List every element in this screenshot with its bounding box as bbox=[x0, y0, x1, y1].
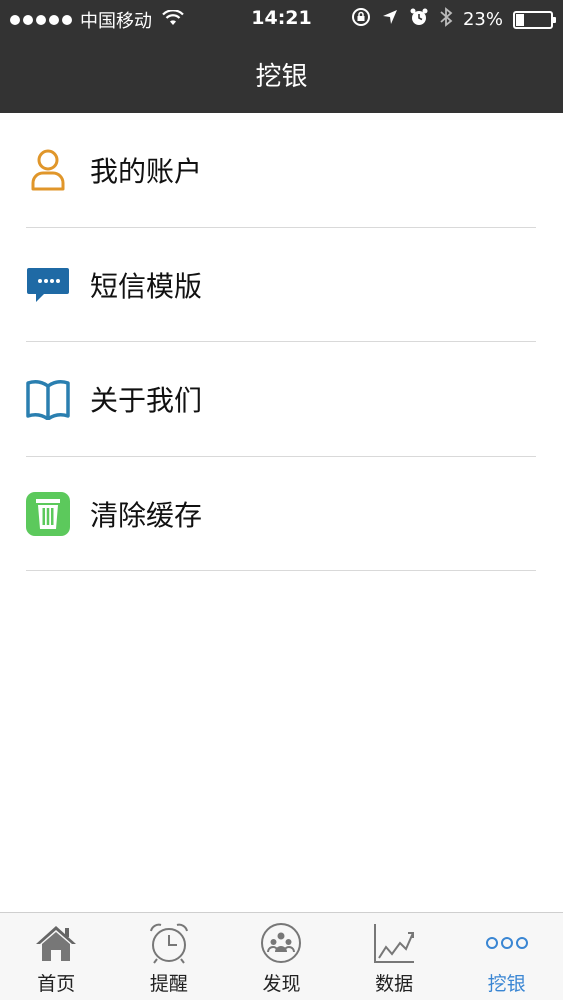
discover-people-icon bbox=[259, 921, 303, 965]
status-bar: 中国移动 14:21 23% bbox=[0, 0, 563, 40]
menu-item-label: 短信模版 bbox=[90, 269, 203, 303]
location-arrow-icon bbox=[381, 8, 399, 31]
menu-item-label: 关于我们 bbox=[90, 384, 203, 418]
message-icon bbox=[26, 263, 70, 307]
trash-icon bbox=[26, 491, 70, 536]
menu-item-sms-template[interactable]: 短信模版 bbox=[0, 228, 563, 342]
divider bbox=[26, 570, 536, 571]
bluetooth-icon bbox=[439, 7, 453, 32]
tab-reminder[interactable]: 提醒 bbox=[113, 913, 226, 1000]
user-icon bbox=[26, 148, 70, 192]
tab-label: 挖银 bbox=[487, 973, 526, 995]
home-icon bbox=[34, 921, 78, 965]
alarm-icon bbox=[409, 7, 429, 32]
tab-label: 数据 bbox=[375, 973, 414, 995]
tab-label: 提醒 bbox=[149, 973, 188, 995]
battery-icon bbox=[513, 10, 556, 29]
tab-label: 发现 bbox=[262, 973, 301, 995]
settings-menu: 我的账户 短信模版 关于我们 清除缓存 bbox=[0, 113, 563, 571]
orientation-lock-icon bbox=[351, 7, 371, 32]
tab-home[interactable]: 首页 bbox=[0, 913, 113, 1000]
tab-bar: 首页 提醒 发现 数据 挖银 bbox=[0, 912, 563, 1000]
alarm-clock-icon bbox=[147, 921, 191, 965]
tab-more[interactable]: 挖银 bbox=[450, 913, 563, 1000]
more-dots-icon bbox=[485, 921, 529, 965]
menu-item-label: 清除缓存 bbox=[90, 498, 203, 532]
page-title: 挖银 bbox=[255, 62, 308, 92]
battery-percent: 23% bbox=[462, 9, 503, 30]
status-right: 23% bbox=[351, 7, 556, 32]
tab-label: 首页 bbox=[37, 973, 76, 995]
book-icon bbox=[26, 377, 70, 421]
tab-discover[interactable]: 发现 bbox=[225, 913, 338, 1000]
menu-item-my-account[interactable]: 我的账户 bbox=[0, 113, 563, 228]
menu-item-about-us[interactable]: 关于我们 bbox=[0, 342, 563, 457]
top-bar: 中国移动 14:21 23% 挖银 bbox=[0, 0, 563, 113]
menu-item-label: 我的账户 bbox=[90, 155, 203, 189]
line-chart-icon bbox=[372, 921, 416, 965]
menu-item-clear-cache[interactable]: 清除缓存 bbox=[0, 457, 563, 571]
tab-data[interactable]: 数据 bbox=[338, 913, 451, 1000]
